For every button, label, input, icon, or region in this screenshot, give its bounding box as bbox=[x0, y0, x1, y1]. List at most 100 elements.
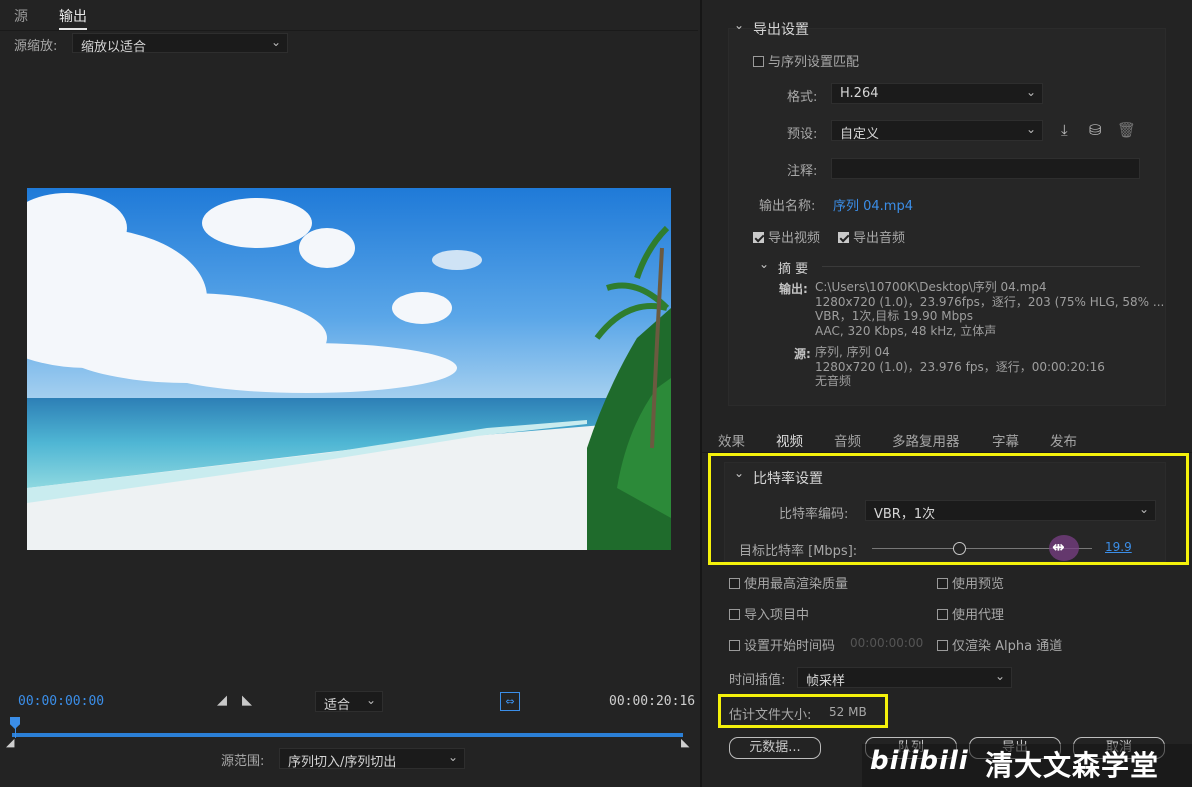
summary-source-video: 1280x720 (1.0)，23.976 fps，逐行，00:00:20:16 bbox=[815, 359, 1105, 374]
preset-label: 预设: bbox=[787, 127, 818, 142]
current-timecode[interactable]: 00:00:00:00 bbox=[18, 694, 104, 709]
target-bitrate-label: 目标比特率 [Mbps]: bbox=[739, 544, 858, 559]
comment-input[interactable] bbox=[831, 158, 1140, 179]
beach-scene-image bbox=[27, 188, 671, 550]
import-into-project-checkbox[interactable]: 导入项目中 bbox=[729, 604, 809, 623]
watermark-text: 清大文森学堂 bbox=[985, 749, 1160, 782]
render-alpha-checkbox[interactable]: 仅渲染 Alpha 通道 bbox=[937, 635, 1062, 654]
chevron-down-icon: ⌄ bbox=[447, 750, 458, 764]
output-name-link[interactable]: 序列 04.mp4 bbox=[833, 195, 913, 214]
checkbox-icon bbox=[729, 609, 740, 620]
save-preset-icon[interactable]: ⤓ bbox=[1061, 121, 1068, 139]
tab-captions[interactable]: 字幕 bbox=[992, 430, 1019, 450]
start-timecode-value: 00:00:00:00 bbox=[850, 636, 924, 650]
source-range-value: 序列切入/序列切出 bbox=[288, 755, 397, 770]
checkbox-icon bbox=[753, 56, 764, 67]
chevron-down-icon: ⌄ bbox=[1025, 85, 1036, 99]
output-name-label: 输出名称: bbox=[759, 199, 816, 214]
tab-source[interactable]: 源 bbox=[14, 6, 28, 26]
summary-divider bbox=[822, 266, 1140, 267]
aspect-toggle-icon[interactable]: ⇔ bbox=[500, 692, 520, 711]
tab-output[interactable]: 输出 bbox=[59, 6, 87, 30]
metadata-button[interactable]: 元数据... bbox=[729, 737, 821, 759]
tab-video[interactable]: 视频 bbox=[776, 430, 803, 454]
fit-dropdown[interactable]: 适合 ⌄ bbox=[315, 691, 383, 713]
checkbox-icon bbox=[729, 578, 740, 589]
duration-timecode: 00:00:20:16 bbox=[609, 694, 696, 709]
max-render-quality-checkbox[interactable]: 使用最高渲染质量 bbox=[729, 573, 848, 592]
export-audio-checkbox[interactable]: 导出音频 bbox=[838, 227, 905, 246]
use-previews-checkbox[interactable]: 使用预览 bbox=[937, 573, 1004, 592]
divider bbox=[0, 30, 698, 31]
bitrate-settings-title: 比特率设置 bbox=[753, 471, 823, 487]
source-zoom-label: 源缩放: bbox=[14, 39, 58, 54]
video-preview bbox=[27, 188, 671, 550]
summary-collapse-icon[interactable]: ⌄ bbox=[759, 257, 769, 271]
summary-source-label: 源: bbox=[794, 347, 811, 361]
tab-multiplexer[interactable]: 多路复用器 bbox=[892, 430, 960, 450]
collapse-chevron-icon[interactable]: ⌄ bbox=[734, 18, 744, 32]
timeline-track[interactable] bbox=[12, 733, 683, 737]
bitrate-collapse-icon[interactable]: ⌄ bbox=[734, 466, 744, 480]
chevron-down-icon: ⌄ bbox=[270, 35, 281, 49]
source-output-panel: 源 输出 源缩放: 缩放以适合 ⌄ 00:00:00:00 ◢ ◣ 适合 ⌄ ⇔… bbox=[0, 0, 698, 787]
format-value: H.264 bbox=[840, 86, 879, 101]
checkbox-icon bbox=[937, 640, 948, 651]
mark-in-icon[interactable]: ◢ bbox=[217, 693, 227, 708]
export-video-checkbox[interactable]: 导出视频 bbox=[753, 227, 820, 246]
delete-preset-icon[interactable]: 🗑 bbox=[1117, 121, 1136, 139]
source-zoom-dropdown[interactable]: 缩放以适合 ⌄ bbox=[72, 33, 288, 55]
source-zoom-value: 缩放以适合 bbox=[81, 40, 147, 55]
preset-value: 自定义 bbox=[840, 127, 880, 142]
export-settings-panel: ⌄ 导出设置 与序列设置匹配 格式: H.264 ⌄ 预设: 自定义 ⌄ ⤓ ⛁… bbox=[700, 0, 1192, 787]
summary-output-video: 1280x720 (1.0)，23.976fps，逐行，203 (75% HLG… bbox=[815, 294, 1165, 309]
checkbox-icon bbox=[729, 640, 740, 651]
checkbox-icon bbox=[937, 578, 948, 589]
checkbox-icon bbox=[937, 609, 948, 620]
preset-dropdown[interactable]: 自定义 ⌄ bbox=[831, 120, 1043, 142]
summary-output-label: 输出: bbox=[779, 282, 808, 296]
time-interpolation-dropdown[interactable]: 帧采样 ⌄ bbox=[797, 667, 1012, 689]
playhead-line bbox=[15, 728, 16, 738]
estimated-size-value: 52 MB bbox=[829, 705, 867, 719]
target-bitrate-value[interactable]: 19.9 bbox=[1105, 540, 1132, 554]
estimated-size-label: 估计文件大小: bbox=[729, 708, 812, 723]
chevron-down-icon: ⌄ bbox=[994, 669, 1005, 683]
summary-output-bitrate: VBR，1次,目标 19.90 Mbps bbox=[815, 309, 974, 323]
use-previews-label: 使用预览 bbox=[952, 577, 1005, 592]
time-interpolation-label: 时间插值: bbox=[729, 673, 786, 688]
use-proxies-checkbox[interactable]: 使用代理 bbox=[937, 604, 1004, 623]
summary-source-block: 序列, 序列 04 1280x720 (1.0)，23.976 fps，逐行，0… bbox=[815, 345, 1105, 389]
time-interpolation-value: 帧采样 bbox=[806, 674, 846, 689]
tab-effects[interactable]: 效果 bbox=[718, 430, 745, 450]
bitrate-encoding-dropdown[interactable]: VBR，1次 ⌄ bbox=[865, 500, 1156, 522]
export-audio-label: 导出音频 bbox=[853, 231, 906, 246]
target-bitrate-slider-handle[interactable] bbox=[953, 542, 966, 555]
import-into-project-label: 导入项目中 bbox=[744, 608, 810, 623]
tab-publish[interactable]: 发布 bbox=[1050, 430, 1077, 450]
summary-output-path: C:\Users\10700K\Desktop\序列 04.mp4 bbox=[815, 280, 1047, 294]
chevron-down-icon: ⌄ bbox=[365, 693, 376, 707]
render-alpha-label: 仅渲染 Alpha 通道 bbox=[952, 639, 1063, 654]
source-range-dropdown[interactable]: 序列切入/序列切出 ⌄ bbox=[279, 748, 465, 770]
summary-output-block: C:\Users\10700K\Desktop\序列 04.mp4 1280x7… bbox=[815, 280, 1164, 338]
bitrate-encoding-label: 比特率编码: bbox=[779, 507, 849, 522]
chevron-down-icon: ⌄ bbox=[1025, 122, 1036, 136]
summary-source-audio: 无音频 bbox=[815, 374, 852, 388]
comment-label: 注释: bbox=[787, 164, 818, 179]
checkbox-checked-icon bbox=[753, 232, 764, 243]
export-video-label: 导出视频 bbox=[768, 231, 821, 246]
match-sequence-checkbox[interactable]: 与序列设置匹配 bbox=[753, 51, 859, 70]
set-start-timecode-checkbox[interactable]: 设置开始时间码 bbox=[729, 635, 835, 654]
fit-value: 适合 bbox=[324, 698, 351, 713]
match-sequence-label: 与序列设置匹配 bbox=[768, 55, 860, 70]
mark-out-icon[interactable]: ◣ bbox=[242, 693, 252, 708]
import-preset-icon[interactable]: ⛁ bbox=[1089, 121, 1102, 139]
summary-output-audio: AAC, 320 Kbps, 48 kHz, 立体声 bbox=[815, 323, 997, 338]
out-point-icon[interactable]: ◣ bbox=[681, 736, 689, 749]
tab-audio[interactable]: 音频 bbox=[834, 430, 861, 450]
checkbox-checked-icon bbox=[838, 232, 849, 243]
format-dropdown[interactable]: H.264 ⌄ bbox=[831, 83, 1043, 104]
set-start-timecode-label: 设置开始时间码 bbox=[744, 639, 836, 654]
in-point-icon[interactable]: ◢ bbox=[6, 736, 14, 749]
